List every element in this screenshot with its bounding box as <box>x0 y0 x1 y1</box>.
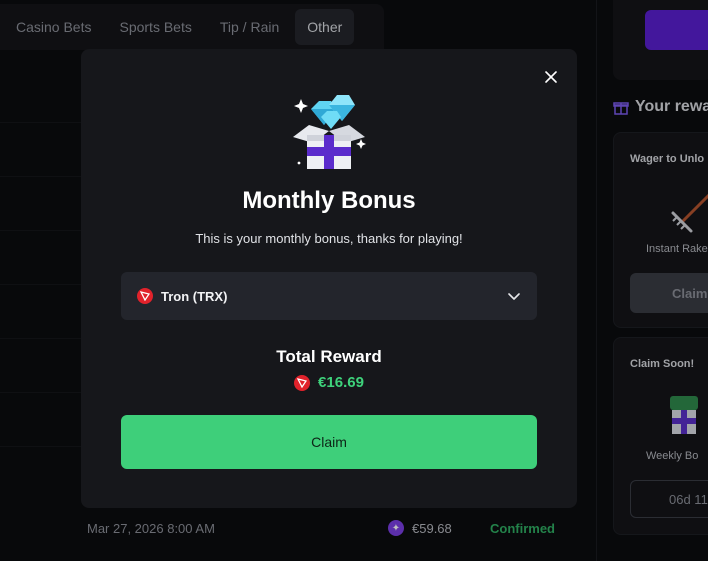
currency-select[interactable]: Tron (TRX) <box>121 272 537 320</box>
wager-unlock-card: Wager to Unlo Instant Rake Claim <box>613 132 708 328</box>
rake-icon <box>671 193 708 233</box>
monthly-bonus-modal: Monthly Bonus This is your monthly bonus… <box>81 49 577 508</box>
tab-casino-bets[interactable]: Casino Bets <box>4 9 103 45</box>
sidebar-claim-button[interactable]: Claim <box>630 273 708 313</box>
total-reward-label: Total Reward <box>276 347 382 366</box>
table-row: Mar 27, 2026 8:00 AM ✦ €59.68 Confirmed <box>0 500 575 556</box>
tab-tip-rain[interactable]: Tip / Rain <box>208 9 291 45</box>
row-date: Mar 27, 2026 8:00 AM <box>87 520 215 536</box>
claim-soon-card: Claim Soon! Weekly Bo 06d 11 <box>613 337 708 535</box>
weekly-bonus-icon <box>670 396 698 434</box>
sidebar-title-text: Your rewa <box>635 98 708 115</box>
modal-subtitle: This is your monthly bonus, thanks for p… <box>195 231 463 246</box>
sidebar-title: Your rewa <box>613 98 708 116</box>
modal-title: Monthly Bonus <box>242 187 416 214</box>
tron-icon <box>137 288 153 304</box>
sidebar-top-card <box>613 0 708 80</box>
bets-tabs: Casino Bets Sports Bets Tip / Rain Other <box>0 4 384 50</box>
gift-icon <box>613 99 629 115</box>
total-reward-amount: €16.69 <box>318 374 364 391</box>
card-item-label: Instant Rake <box>646 243 708 255</box>
rewards-sidebar: Your rewa Wager to Unlo Instant Rake Cla… <box>597 0 708 561</box>
row-amount: ✦ €59.68 <box>388 520 452 536</box>
card-title: Claim Soon! <box>630 358 695 370</box>
row-amount-value: €59.68 <box>412 520 452 536</box>
tab-other[interactable]: Other <box>295 9 355 45</box>
currency-select-value: Tron (TRX) <box>161 288 228 304</box>
tab-sports-bets[interactable]: Sports Bets <box>107 9 203 45</box>
sidebar-primary-button[interactable] <box>645 10 708 50</box>
row-status: Confirmed <box>490 520 555 536</box>
page: Casino Bets Sports Bets Tip / Rain Other… <box>0 0 708 561</box>
tron-icon <box>294 374 311 391</box>
card-title: Wager to Unlo <box>630 153 705 165</box>
total-reward: €16.69 <box>81 374 577 391</box>
gift-diamonds-icon <box>293 95 366 169</box>
claim-button[interactable]: Claim <box>121 415 537 469</box>
card-item-label: Weekly Bo <box>646 450 699 462</box>
close-icon <box>545 71 557 83</box>
chevron-down-icon <box>508 293 520 300</box>
coin-icon: ✦ <box>388 520 404 536</box>
close-button[interactable] <box>541 67 561 87</box>
countdown-button[interactable]: 06d 11 <box>630 480 708 518</box>
